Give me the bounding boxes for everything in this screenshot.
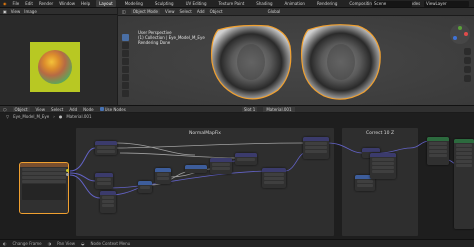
top-bar: ◉ File Edit Render Window Help Layout Mo…	[0, 0, 474, 8]
z-axis-icon[interactable]	[453, 36, 457, 40]
viewport-menu-add[interactable]: Add	[197, 9, 205, 14]
viewport-menu-select[interactable]: Select	[179, 9, 191, 14]
image-texture-node[interactable]	[19, 162, 69, 214]
status-pan-view: Pan View	[57, 241, 76, 246]
grid-icon[interactable]	[464, 75, 471, 82]
status-change-frame: Change Frame	[12, 241, 42, 246]
node-menu-view[interactable]: View	[36, 107, 46, 112]
node-header	[262, 168, 286, 172]
view-layer-selector[interactable]: ViewLayer	[424, 1, 469, 7]
image-menu-image[interactable]: Image	[24, 9, 37, 14]
node-canvas[interactable]: ▽ Eye_Model_M_Eye › ● Material.001 Norma…	[0, 113, 474, 239]
mouse-left-icon: ◐	[3, 241, 7, 246]
image-editor: ▣ View Image	[0, 8, 117, 105]
editor-type-icon[interactable]: ◫	[122, 9, 126, 14]
node-menu-add[interactable]: Add	[69, 107, 77, 112]
material-slot-selector[interactable]: Slot 1	[241, 106, 258, 112]
combine-xyz-node[interactable]	[100, 191, 116, 213]
material-selector[interactable]: Material.001	[263, 106, 295, 112]
node-header	[427, 137, 449, 141]
node-header	[100, 191, 116, 195]
menu-help[interactable]: Help	[81, 1, 90, 6]
blender-logo-icon[interactable]: ◉	[3, 1, 7, 6]
viewport-header: ◫ Object Mode View Select Add Object Glo…	[118, 8, 474, 16]
math-node[interactable]	[155, 168, 171, 184]
normal-map-node[interactable]	[303, 137, 329, 159]
node-header	[370, 153, 396, 157]
node-header	[235, 153, 257, 157]
viewport-menu-view[interactable]: View	[165, 9, 175, 14]
pan-icon[interactable]	[464, 57, 471, 64]
node-header	[95, 173, 113, 177]
workspace-tab-rendering[interactable]: Rendering	[314, 0, 340, 7]
use-nodes-label: Use Nodes	[104, 106, 126, 112]
node-header	[185, 165, 207, 169]
zoom-icon[interactable]	[464, 48, 471, 55]
node-menu-select[interactable]: Select	[51, 107, 63, 112]
workspace-tab-sculpting[interactable]: Sculpting	[152, 0, 177, 7]
image-editor-header: ▣ View Image	[0, 8, 117, 15]
eye-models[interactable]	[118, 16, 474, 105]
workspace-tab-uv-editing[interactable]: UV Editing	[183, 0, 210, 7]
status-bar: ◐ Change Frame ◑ Pan View ◒ Node Context…	[0, 239, 474, 247]
alpha-socket-icon[interactable]	[66, 173, 69, 176]
editor-type-icon[interactable]: ▣	[3, 9, 7, 14]
workspace-tab-texture-paint[interactable]: Texture Paint	[215, 0, 247, 7]
image-canvas[interactable]	[0, 15, 117, 105]
viewport-menu-object[interactable]: Object	[210, 9, 223, 14]
workspace-tab-modeling[interactable]: Modeling	[122, 0, 146, 7]
separate-xyz-node[interactable]	[95, 141, 117, 155]
mouse-middle-icon: ◑	[47, 241, 52, 246]
color-socket-icon[interactable]	[66, 169, 69, 172]
node-header	[155, 168, 171, 172]
node-header	[138, 181, 152, 185]
node-links	[69, 140, 473, 199]
x-axis-icon[interactable]	[464, 32, 468, 36]
node-header	[454, 139, 474, 143]
node-header	[210, 158, 232, 162]
vector-math-node[interactable]	[95, 173, 113, 189]
transform-orientation[interactable]: Global	[268, 9, 281, 14]
viewport-canvas[interactable]: User Perspective (1) Collection | Eye_Mo…	[118, 16, 474, 105]
menu-file[interactable]: File	[13, 1, 20, 6]
3d-viewport: ◫ Object Mode View Select Add Object Glo…	[118, 8, 474, 105]
mouse-right-icon: ◒	[81, 241, 85, 246]
use-nodes-checkbox[interactable]: Use Nodes	[99, 106, 126, 112]
workspace-tab-layout[interactable]: Layout	[96, 0, 116, 7]
menu-render[interactable]: Render	[39, 1, 53, 6]
checkbox-icon[interactable]	[99, 107, 104, 111]
node-header	[362, 148, 380, 152]
normal-output-node[interactable]	[427, 137, 449, 165]
y-axis-icon[interactable]	[458, 26, 462, 30]
workspace-tab-animation[interactable]: Animation	[282, 0, 308, 7]
editor-type-icon[interactable]: ⬡	[3, 107, 7, 112]
menu-window[interactable]: Window	[59, 1, 75, 6]
vector-math-node[interactable]	[235, 153, 257, 165]
vector-math-node[interactable]	[262, 168, 286, 188]
navigation-gizmo[interactable]	[450, 24, 470, 44]
scene-selector[interactable]: Scene	[372, 1, 412, 7]
reroute-node[interactable]	[185, 165, 207, 173]
menu-edit[interactable]: Edit	[25, 1, 33, 6]
camera-icon[interactable]	[464, 66, 471, 73]
combine-node[interactable]	[370, 153, 396, 179]
node-header	[20, 163, 68, 167]
workspace-tab-shading[interactable]: Shading	[253, 0, 275, 7]
shader-type-selector[interactable]: Object	[12, 106, 30, 112]
node-menu-node[interactable]: Node	[83, 107, 93, 112]
node-header	[95, 141, 117, 145]
mode-selector[interactable]: Object Mode	[130, 9, 160, 14]
node-header	[303, 137, 329, 141]
image-menu-view[interactable]: View	[11, 9, 21, 14]
node-editor-header: ⬡ Object View Select Add Node Use Nodes …	[0, 105, 474, 113]
principled-bsdf-node[interactable]	[454, 139, 474, 229]
normal-sphere-preview	[38, 50, 72, 84]
status-node-context: Node Context Menu	[90, 241, 131, 246]
math-node[interactable]	[138, 181, 152, 193]
vector-math-node[interactable]	[210, 158, 232, 174]
view-controls	[464, 48, 471, 82]
